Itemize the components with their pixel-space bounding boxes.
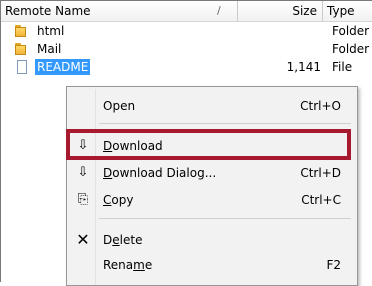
folder-icon	[15, 42, 30, 56]
context-menu: Open Ctrl+O ⇩ Download ⇩ Download Dialog…	[66, 86, 358, 286]
menu-item-shortcut: Ctrl+O	[300, 99, 341, 113]
menu-separator	[99, 218, 351, 219]
file-type: File	[332, 60, 353, 74]
menu-item-delete[interactable]: ✕ Delete	[67, 228, 357, 252]
menu-item-open[interactable]: Open Ctrl+O	[67, 94, 357, 118]
folder-icon	[15, 24, 30, 38]
file-row[interactable]: Mail Folder	[1, 41, 372, 57]
menu-item-label: Download Dialog...	[103, 166, 217, 180]
menu-item-download-dialog[interactable]: ⇩ Download Dialog... Ctrl+D	[67, 161, 357, 185]
file-name: Mail	[37, 42, 62, 56]
menu-item-label: Open	[103, 99, 136, 113]
menu-item-copy[interactable]: ⎘ Copy Ctrl+C	[67, 188, 357, 212]
file-type: Folder	[332, 42, 370, 56]
file-icon	[15, 60, 30, 74]
menu-item-label: Rename	[103, 258, 153, 272]
menu-separator	[99, 123, 351, 124]
column-remote-name[interactable]: Remote Name	[5, 1, 205, 21]
copy-icon: ⎘	[77, 192, 89, 207]
file-row[interactable]: html Folder	[1, 23, 372, 39]
menu-item-shortcut: Ctrl+C	[301, 193, 341, 207]
menu-item-rename[interactable]: Rename F2	[67, 253, 357, 277]
file-name: README	[35, 59, 91, 75]
download-icon: ⇩	[77, 165, 89, 180]
file-type: Folder	[332, 24, 370, 38]
sort-indicator-icon: /	[217, 4, 221, 17]
column-header: Remote Name / Size Type	[1, 1, 372, 22]
menu-item-label: Delete	[103, 233, 143, 247]
download-highlight-box	[66, 129, 351, 160]
file-row-selected[interactable]: README 1,141 File	[1, 59, 372, 75]
column-divider[interactable]	[237, 1, 238, 21]
column-size[interactable]: Size	[249, 1, 317, 21]
menu-item-shortcut: Ctrl+D	[300, 166, 341, 180]
delete-icon: ✕	[76, 230, 90, 249]
menu-item-label: Copy	[103, 193, 134, 207]
file-name: html	[37, 24, 65, 38]
column-type[interactable]: Type	[327, 1, 372, 21]
column-divider[interactable]	[322, 1, 323, 21]
file-size: 1,141	[286, 60, 321, 74]
menu-item-shortcut: F2	[326, 258, 341, 272]
